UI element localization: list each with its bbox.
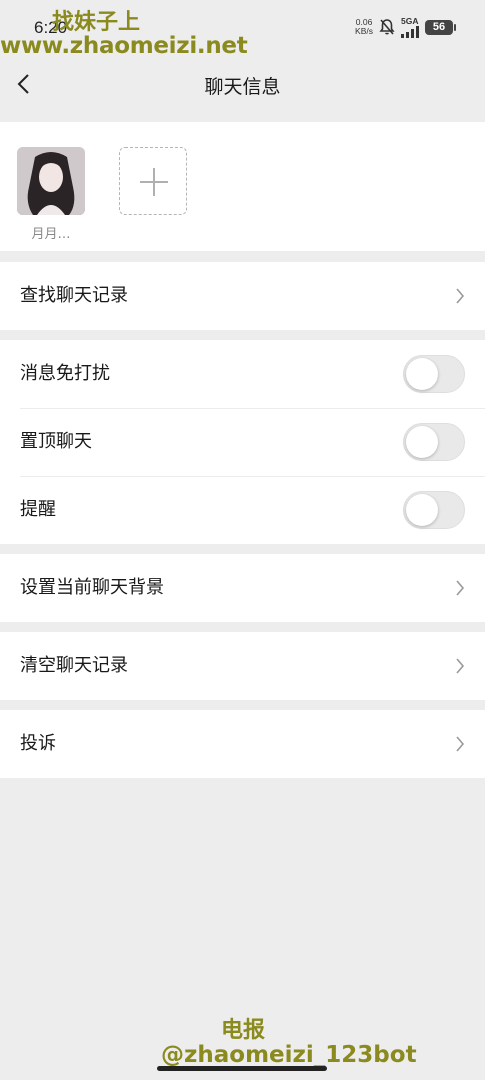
mute-toggle[interactable] xyxy=(403,355,465,393)
report-row[interactable]: 投诉 xyxy=(0,710,485,778)
member-name: 月月… xyxy=(31,227,71,242)
group-search: 查找聊天记录 xyxy=(0,262,485,330)
chevron-right-icon xyxy=(456,580,465,596)
watermark-bottom-line1: 电报 xyxy=(221,1018,266,1043)
mute-label: 消息免打扰 xyxy=(20,363,110,384)
watermark-top-line1: 找妹子上 xyxy=(52,10,141,35)
chevron-right-icon xyxy=(456,736,465,752)
pin-row: 置顶聊天 xyxy=(0,408,485,476)
group-report: 投诉 xyxy=(0,710,485,778)
add-member-button[interactable] xyxy=(119,147,187,215)
group-toggles: 消息免打扰 置顶聊天 提醒 xyxy=(0,340,485,544)
set-background-label: 设置当前聊天背景 xyxy=(20,577,164,598)
group-clear: 清空聊天记录 xyxy=(0,632,485,700)
avatar[interactable] xyxy=(17,147,85,215)
home-indicator[interactable] xyxy=(157,1066,327,1071)
bell-off-icon xyxy=(379,18,395,36)
chevron-right-icon xyxy=(456,288,465,304)
net-speed: 0.06 KB/s xyxy=(355,18,373,36)
member-item[interactable]: 月月… xyxy=(17,147,85,242)
remind-row: 提醒 xyxy=(0,476,485,544)
watermark-bottom-line2: @zhaomeizi_123bot xyxy=(161,1042,417,1068)
remind-toggle[interactable] xyxy=(403,491,465,529)
group-background: 设置当前聊天背景 xyxy=(0,554,485,622)
chevron-right-icon xyxy=(456,658,465,674)
mute-row: 消息免打扰 xyxy=(0,340,485,408)
remind-label: 提醒 xyxy=(20,499,56,520)
clear-history-label: 清空聊天记录 xyxy=(20,655,128,676)
signal-icon: 5GA xyxy=(401,15,419,38)
pin-label: 置顶聊天 xyxy=(20,431,92,452)
status-icons: 0.06 KB/s 5GA 56 xyxy=(355,15,456,38)
nav-bar: 聊天信息 xyxy=(0,56,485,112)
clear-history-row[interactable]: 清空聊天记录 xyxy=(0,632,485,700)
battery-icon: 56 xyxy=(425,19,456,35)
member-section: 月月… xyxy=(0,122,485,251)
report-label: 投诉 xyxy=(20,733,56,754)
search-history-label: 查找聊天记录 xyxy=(20,285,128,306)
plus-icon xyxy=(140,168,168,196)
net-speed-unit: KB/s xyxy=(355,26,373,36)
search-history-row[interactable]: 查找聊天记录 xyxy=(0,262,485,330)
pin-toggle[interactable] xyxy=(403,423,465,461)
network-type: 5GA xyxy=(401,15,419,26)
page-title: 聊天信息 xyxy=(204,76,281,98)
set-background-row[interactable]: 设置当前聊天背景 xyxy=(0,554,485,622)
